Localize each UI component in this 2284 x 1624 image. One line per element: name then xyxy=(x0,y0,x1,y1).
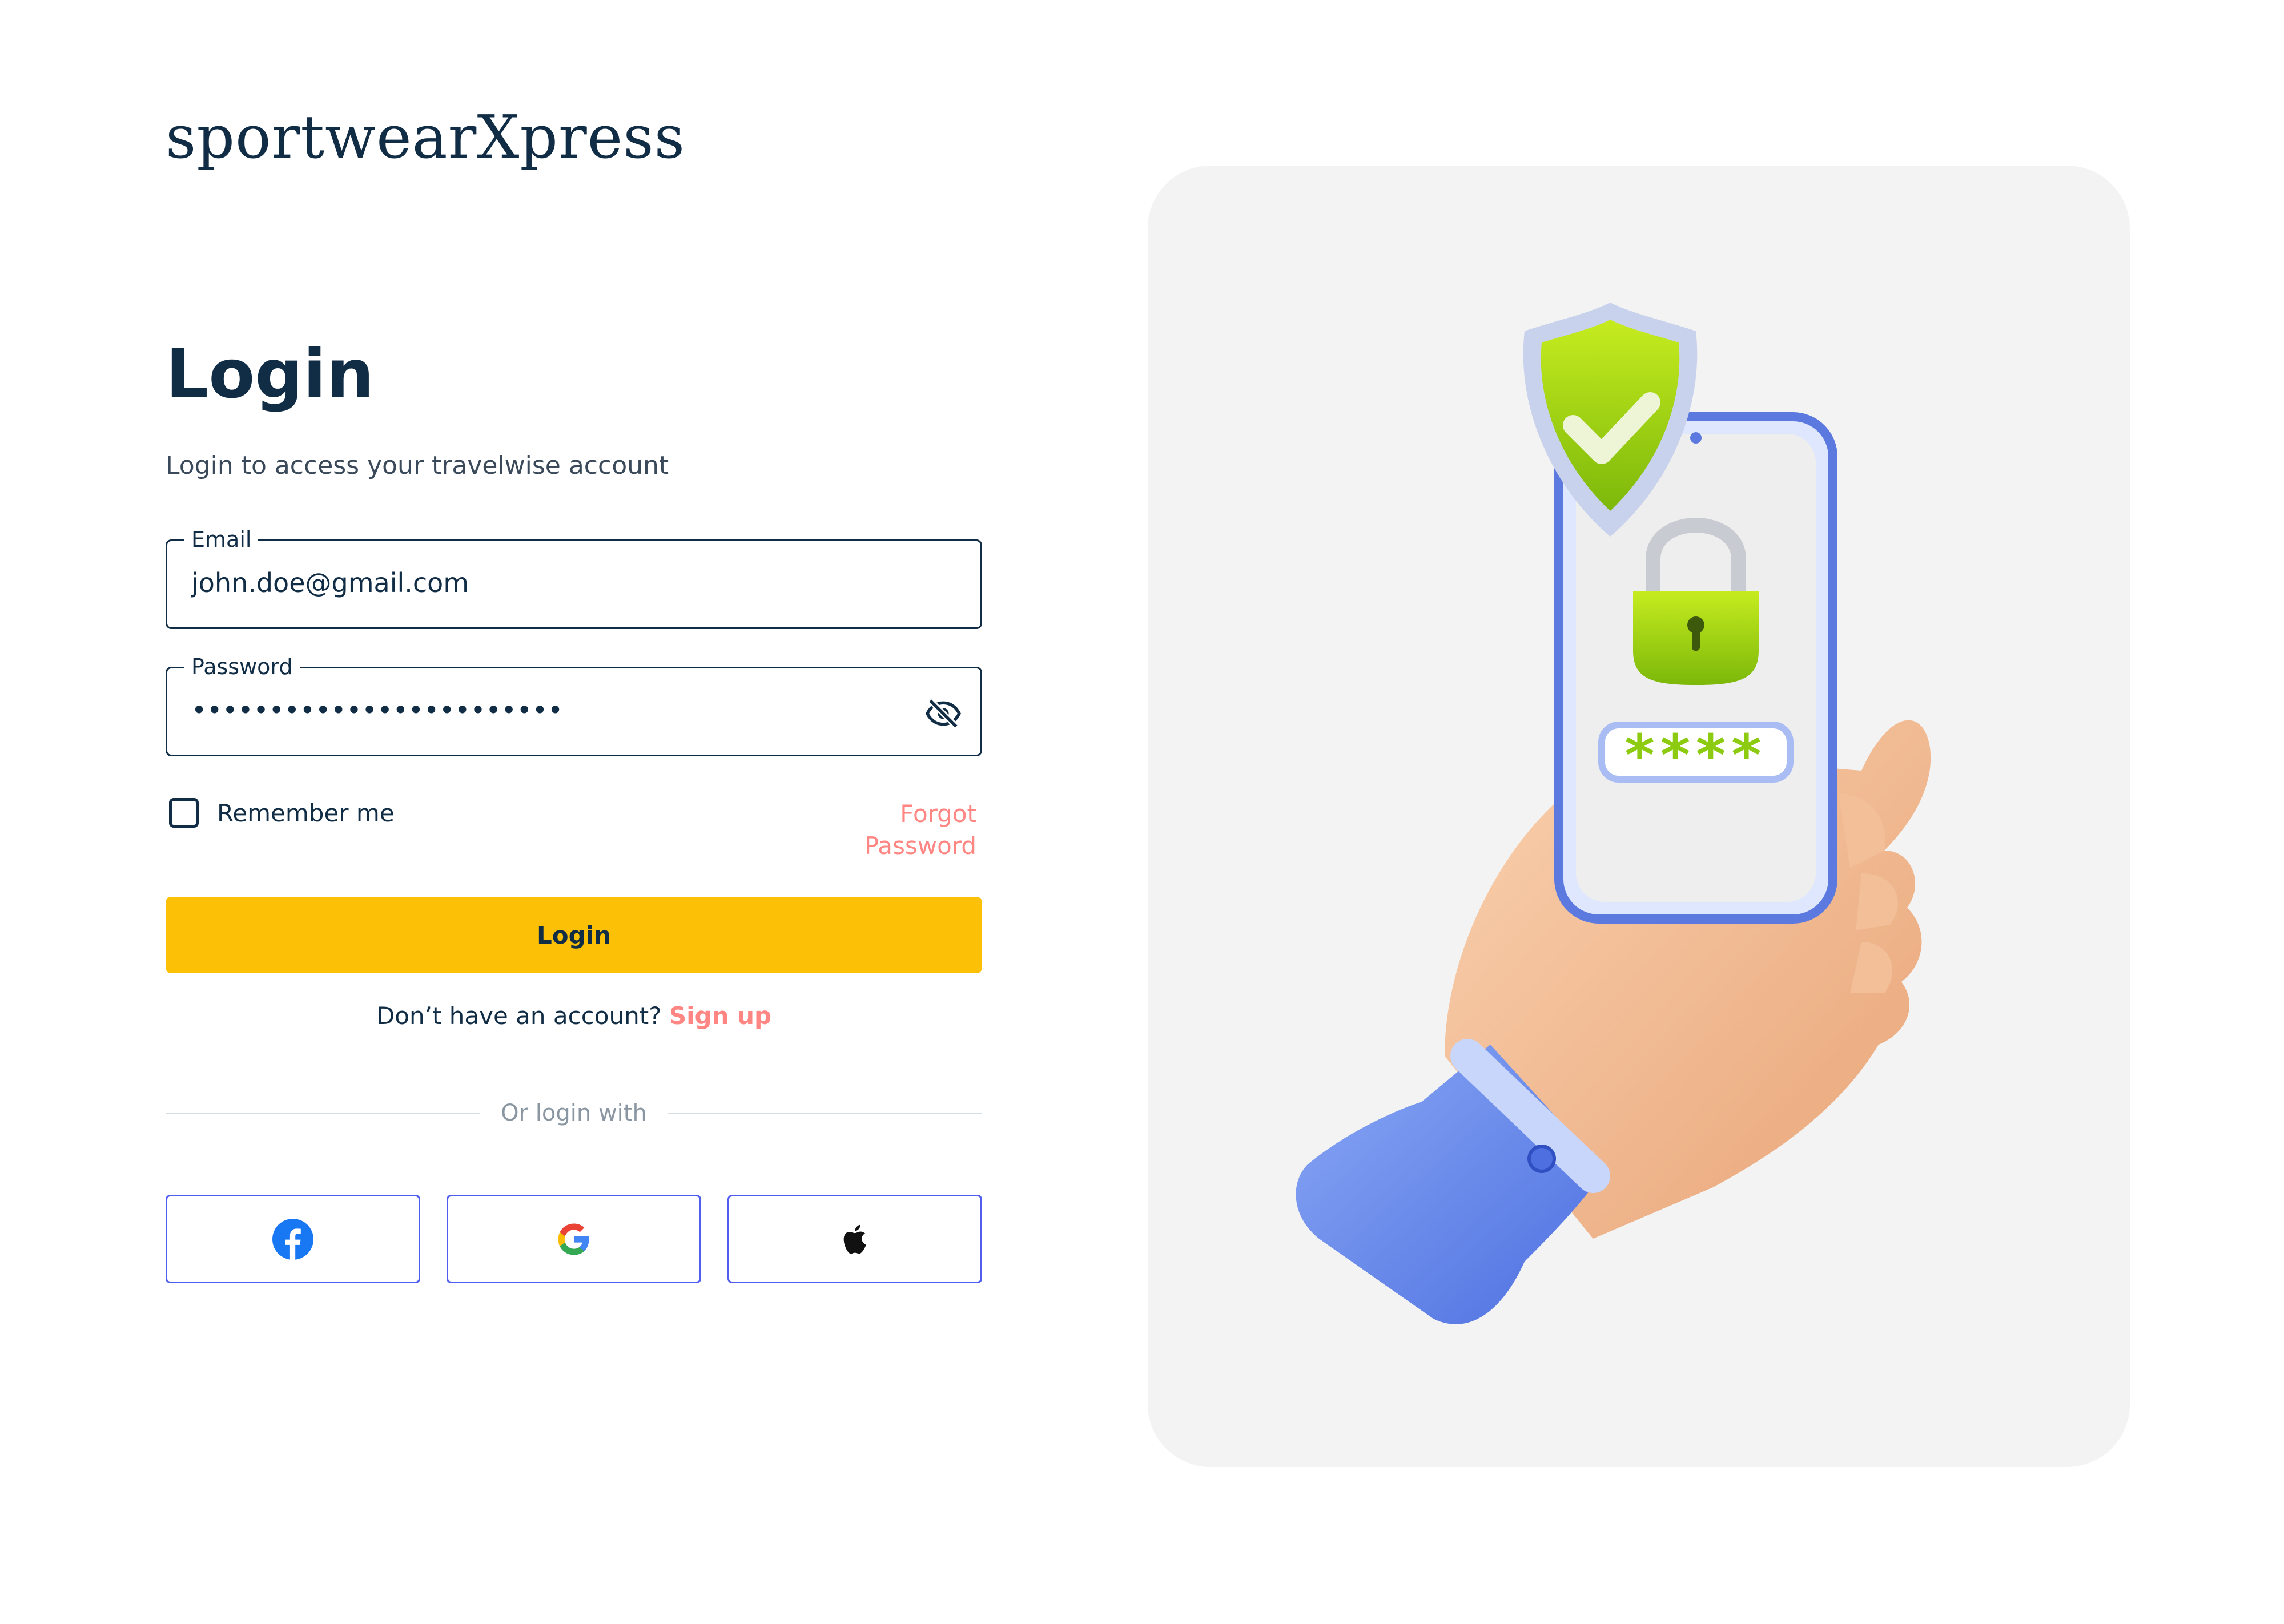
signup-prompt: Don’t have an account? xyxy=(376,1002,662,1030)
divider-line xyxy=(668,1113,982,1114)
password-input[interactable] xyxy=(191,690,895,730)
checkbox-box[interactable] xyxy=(169,798,199,828)
page-title: Login xyxy=(166,335,375,413)
forgot-password-link[interactable]: Forgot Password xyxy=(788,798,976,862)
facebook-icon xyxy=(272,1218,313,1260)
page-subtitle: Login to access your travelwise account xyxy=(166,451,669,480)
google-login-button[interactable] xyxy=(447,1195,701,1283)
password-stars: **** xyxy=(1624,722,1767,789)
eye-off-icon[interactable] xyxy=(923,694,963,734)
email-field[interactable]: Email xyxy=(166,525,982,629)
cuff-button xyxy=(1527,1145,1556,1173)
password-label: Password xyxy=(184,652,300,681)
password-field[interactable]: Password xyxy=(166,652,982,756)
apple-login-button[interactable] xyxy=(727,1195,982,1283)
hand-holding-phone-illustration: **** xyxy=(1296,303,1931,1324)
social-divider: Or login with xyxy=(166,1096,982,1130)
email-label: Email xyxy=(184,525,259,554)
apple-icon xyxy=(843,1224,866,1254)
google-icon xyxy=(558,1223,589,1255)
email-input[interactable] xyxy=(191,563,895,603)
facebook-login-button[interactable] xyxy=(166,1195,420,1283)
remember-me-checkbox[interactable]: Remember me xyxy=(169,798,395,828)
divider-line xyxy=(166,1113,480,1114)
signup-row: Don’t have an account? Sign up xyxy=(166,1000,982,1032)
brand-logo: sportwearXpress xyxy=(166,102,685,172)
login-button[interactable]: Login xyxy=(166,897,982,973)
signup-link[interactable]: Sign up xyxy=(669,1002,771,1030)
illustration-panel: **** xyxy=(1148,166,2130,1467)
remember-me-label: Remember me xyxy=(217,799,395,827)
padlock-keyhole-slot xyxy=(1692,628,1700,651)
phone-camera xyxy=(1690,432,1702,444)
divider-text: Or login with xyxy=(501,1100,647,1126)
